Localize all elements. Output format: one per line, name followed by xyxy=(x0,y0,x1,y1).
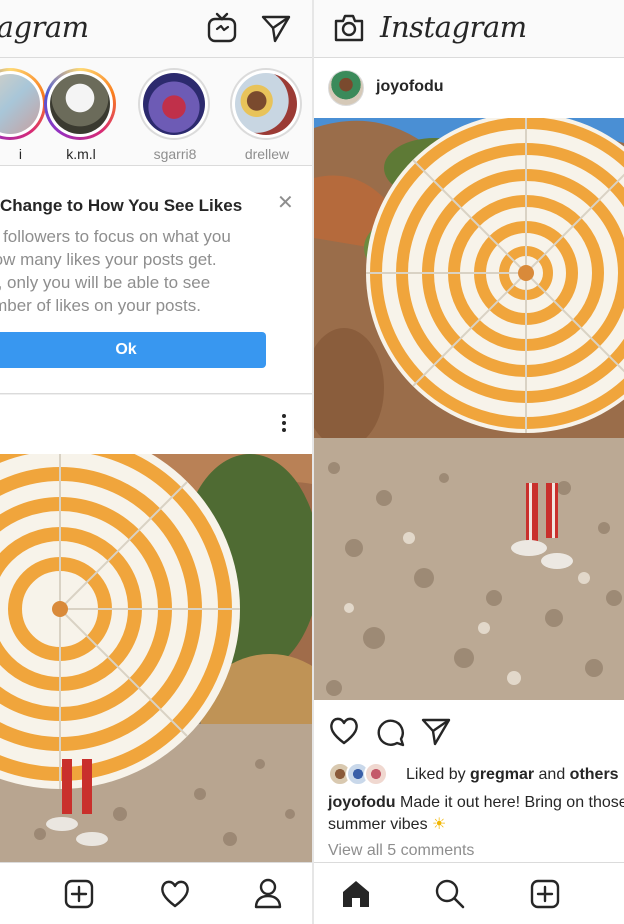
bottom-nav xyxy=(0,862,312,924)
avatar xyxy=(235,73,297,135)
igtv-icon[interactable] xyxy=(206,12,238,44)
post-header: joyofodu xyxy=(314,58,624,118)
liked-by-user[interactable]: gregmar xyxy=(470,766,534,783)
caption-text: Made it out here! Bring on those xyxy=(395,794,624,811)
story-item[interactable]: i xyxy=(0,68,48,162)
right-screen: Instagram joyofodu Liked by gregmar and … xyxy=(314,0,624,924)
story-username: k.m.l xyxy=(66,146,96,162)
paper-plane-icon[interactable] xyxy=(420,715,452,747)
story-username: i xyxy=(18,146,22,162)
instagram-logo: Instagram xyxy=(0,10,89,44)
caption-username[interactable]: joyofodu xyxy=(328,794,396,811)
add-icon[interactable] xyxy=(530,879,560,909)
liked-by-and: and xyxy=(534,766,570,783)
search-icon[interactable] xyxy=(434,878,466,910)
caption-text: summer vibes xyxy=(328,816,433,833)
story-username: sgarri8 xyxy=(153,146,197,162)
top-bar: Instagram xyxy=(0,0,312,58)
paper-plane-icon[interactable] xyxy=(260,12,292,44)
story-ring xyxy=(138,68,210,140)
notice-text: Your followers to focus on what you xyxy=(0,227,231,246)
story-ring xyxy=(0,68,46,140)
instagram-logo: Instagram xyxy=(380,10,527,44)
sun-emoji-icon: ☀ xyxy=(432,816,447,833)
post-username[interactable]: joyofodu xyxy=(376,78,444,96)
heart-icon[interactable] xyxy=(328,716,360,746)
avatar xyxy=(364,762,388,786)
notice-text: ...test, only you will be able to see xyxy=(0,273,211,292)
avatar xyxy=(0,74,40,134)
avatar[interactable] xyxy=(328,70,364,106)
story-item[interactable]: k.m.l xyxy=(44,68,118,162)
view-comments-link[interactable]: View all 5 comments xyxy=(328,842,474,860)
notice-title: Change to How You See Likes xyxy=(0,196,243,215)
post-photo[interactable] xyxy=(314,118,624,700)
top-bar: Instagram xyxy=(314,0,624,58)
story-item[interactable]: drellew xyxy=(230,68,304,162)
avatar xyxy=(143,73,205,135)
liked-by-text: Liked by gregmar and others xyxy=(406,766,619,784)
post-header xyxy=(0,394,312,454)
post-photo[interactable] xyxy=(0,454,312,862)
liked-by-others[interactable]: others xyxy=(570,766,619,783)
notice-text: ...how many likes your posts get. xyxy=(0,250,217,269)
likes-row[interactable]: Liked by gregmar and others xyxy=(328,762,624,788)
liked-by-prefix: Liked by xyxy=(406,766,471,783)
post-actions xyxy=(314,700,624,760)
avatar xyxy=(50,74,110,134)
comment-icon[interactable] xyxy=(374,716,406,748)
close-icon[interactable]: ✕ xyxy=(277,190,294,215)
post-caption: joyofodu Made it out here! Bring on thos… xyxy=(328,792,624,836)
ok-button[interactable]: Ok xyxy=(0,332,266,368)
home-icon[interactable] xyxy=(340,878,372,910)
story-ring xyxy=(230,68,302,140)
left-screen: Instagram i k.m.l sgarri8 xyxy=(0,0,312,924)
story-ring xyxy=(44,68,116,140)
profile-icon[interactable] xyxy=(253,877,283,909)
stories-tray: i k.m.l sgarri8 drellew xyxy=(0,58,312,166)
more-options-icon[interactable] xyxy=(276,411,292,439)
story-item[interactable]: sgarri8 xyxy=(138,68,212,162)
notice-text: ...number of likes on your posts. xyxy=(0,296,201,315)
add-icon[interactable] xyxy=(64,879,94,909)
heart-icon[interactable] xyxy=(159,879,191,909)
story-username: drellew xyxy=(244,146,290,162)
camera-icon[interactable] xyxy=(332,12,366,44)
bottom-nav xyxy=(314,862,624,924)
